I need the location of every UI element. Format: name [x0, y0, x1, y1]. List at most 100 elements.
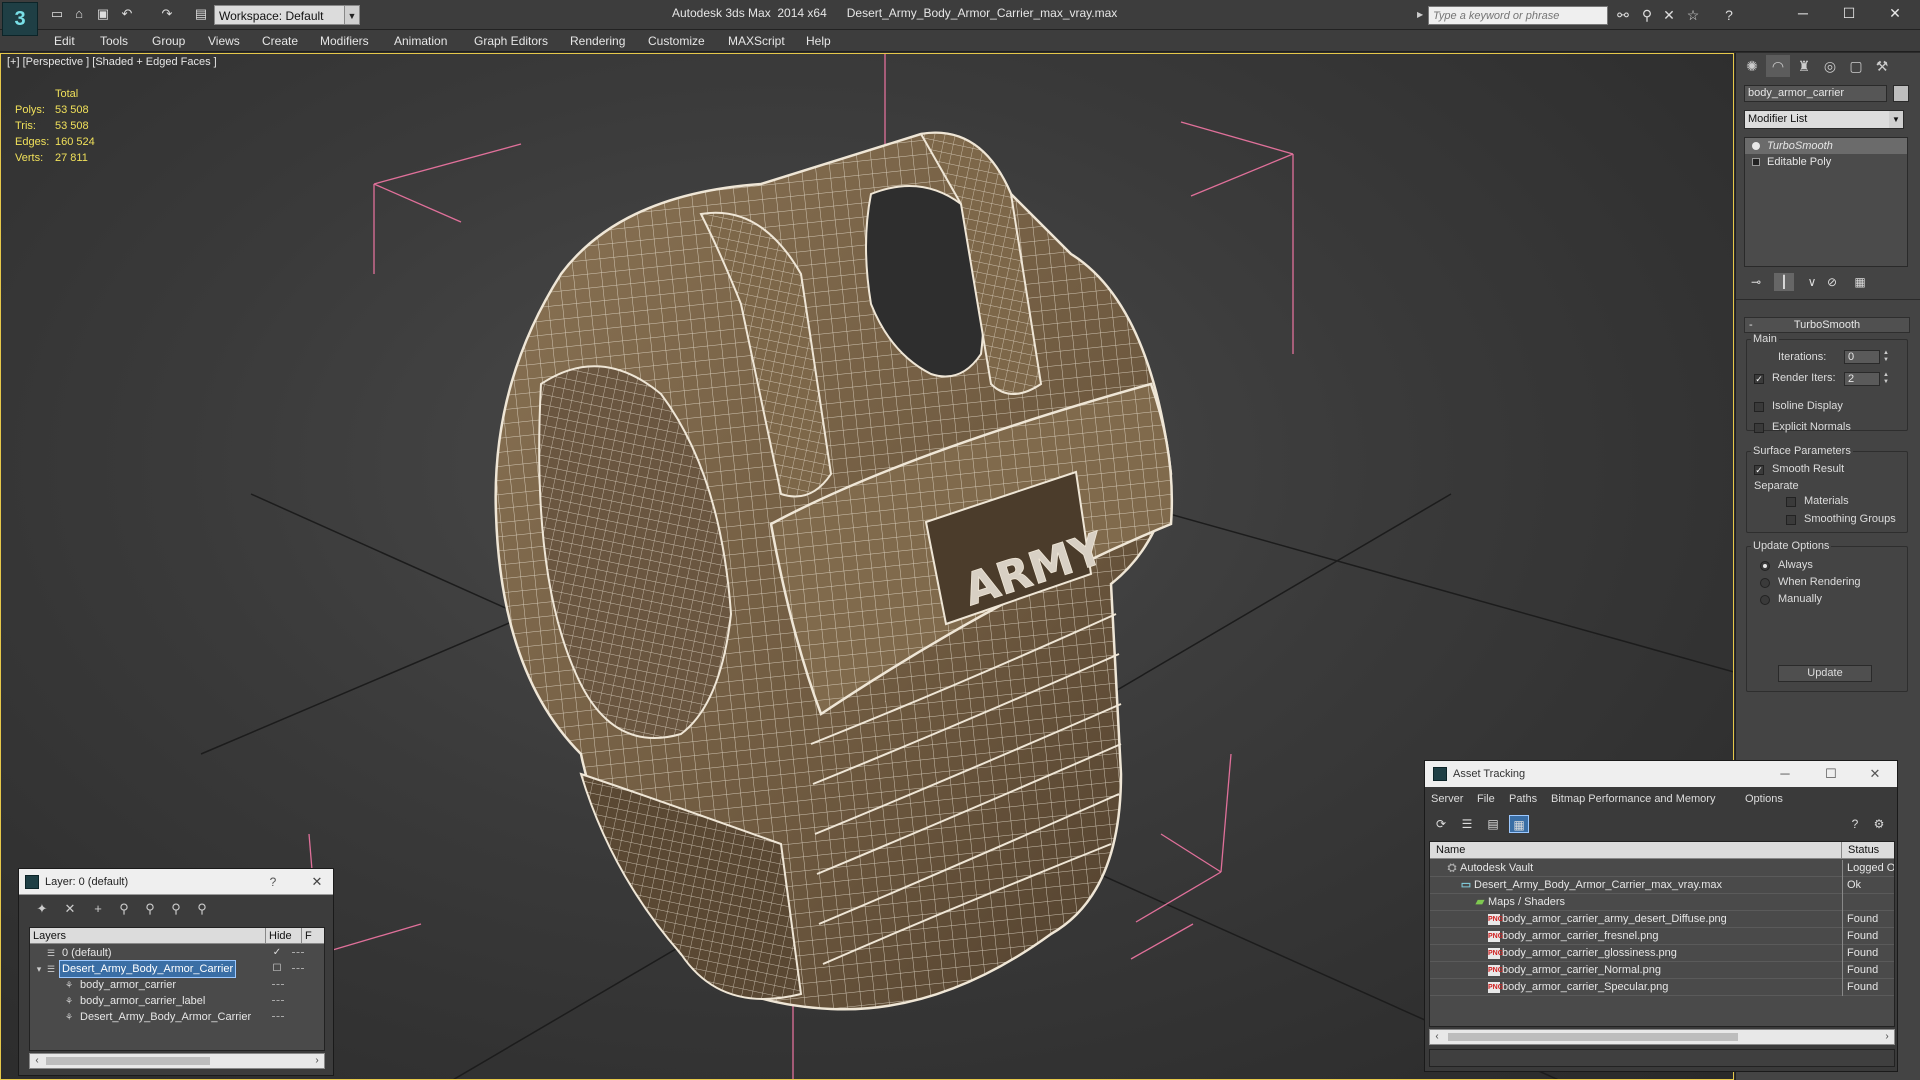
- menu-views[interactable]: Views: [204, 30, 244, 52]
- menu-modifiers[interactable]: Modifiers: [316, 30, 373, 52]
- motion-tab-icon[interactable]: ◎: [1818, 55, 1842, 77]
- menu-tools[interactable]: Tools: [96, 30, 132, 52]
- table-view-icon[interactable]: ▦: [1509, 815, 1529, 833]
- viewport-label[interactable]: [+] [Perspective ] [Shaded + Edged Faces…: [7, 56, 217, 68]
- chevron-right-icon[interactable]: ›: [1880, 1030, 1894, 1044]
- menu-file[interactable]: File: [1477, 788, 1495, 810]
- settings-icon[interactable]: ⚙: [1869, 815, 1889, 833]
- horizontal-scrollbar[interactable]: ‹ ›: [1429, 1029, 1895, 1045]
- menu-help[interactable]: Help: [802, 30, 835, 52]
- asset-row[interactable]: PNG body_armor_carrier_army_desert_Diffu…: [1430, 911, 1894, 928]
- help-icon[interactable]: ?: [1845, 815, 1865, 833]
- add-to-layer-icon[interactable]: +: [89, 900, 107, 918]
- hide-toggle[interactable]: ☐: [270, 961, 284, 977]
- undo-icon[interactable]: ↶: [118, 6, 136, 22]
- hide-toggle[interactable]: ✓: [270, 945, 284, 961]
- search-expand-icon[interactable]: ▶: [1417, 6, 1427, 24]
- chevron-left-icon[interactable]: ‹: [1430, 1030, 1444, 1044]
- asset-row[interactable]: ▰ Maps / Shaders: [1430, 894, 1894, 911]
- column-status[interactable]: Status: [1842, 842, 1894, 859]
- show-end-result-icon[interactable]: ┃: [1774, 273, 1794, 291]
- layer-row[interactable]: ⚘ body_armor_carrier: [30, 977, 324, 993]
- pin-stack-icon[interactable]: ⊸: [1746, 273, 1766, 291]
- body-armor-model[interactable]: ARMY: [494, 131, 1174, 1011]
- menu-maxscript[interactable]: MAXScript: [724, 30, 789, 52]
- asset-row[interactable]: ⛭ Autodesk Vault Logged O: [1430, 860, 1894, 877]
- asset-row[interactable]: PNG body_armor_carrier_Normal.png Found: [1430, 962, 1894, 979]
- app-logo-icon[interactable]: 3: [2, 2, 38, 36]
- minimize-button[interactable]: ─: [1780, 0, 1826, 26]
- asset-row[interactable]: PNG body_armor_carrier_Specular.png Foun…: [1430, 979, 1894, 996]
- smoothing-groups-checkbox[interactable]: [1786, 515, 1796, 525]
- highlight-layer-icon[interactable]: ⚲: [141, 900, 159, 918]
- layer-row[interactable]: ▾ ☰ Desert_Army_Body_Armor_Carrier ☐: [30, 960, 324, 978]
- layer-explorer-title[interactable]: Layer: 0 (default) ? ✕: [19, 869, 333, 895]
- modifier-list-dropdown[interactable]: Modifier List: [1744, 110, 1904, 129]
- hierarchy-tab-icon[interactable]: ♜: [1792, 55, 1816, 77]
- menu-animation[interactable]: Animation: [390, 30, 451, 52]
- modify-tab-icon[interactable]: ◠: [1766, 55, 1790, 77]
- asset-row[interactable]: PNG body_armor_carrier_fresnel.png Found: [1430, 928, 1894, 945]
- update-manually-radio[interactable]: [1760, 595, 1770, 605]
- help-icon[interactable]: ?: [1720, 6, 1738, 24]
- column-freeze[interactable]: F: [302, 928, 324, 944]
- asset-row[interactable]: PNG body_armor_carrier_glossiness.png Fo…: [1430, 945, 1894, 962]
- chevron-down-icon[interactable]: ▼: [344, 5, 360, 25]
- maximize-button[interactable]: ☐: [1826, 0, 1872, 26]
- redo-icon[interactable]: ↷: [158, 6, 176, 22]
- smooth-result-checkbox[interactable]: ✓: [1754, 465, 1764, 475]
- remove-modifier-icon[interactable]: ⊘: [1822, 273, 1842, 291]
- column-layers[interactable]: Layers: [30, 928, 266, 944]
- subscription-icon[interactable]: ⚲: [1638, 6, 1656, 24]
- column-name[interactable]: Name: [1430, 842, 1842, 859]
- expand-box-icon[interactable]: [1752, 158, 1760, 166]
- menu-create[interactable]: Create: [258, 30, 302, 52]
- freeze-layers-icon[interactable]: ⚲: [193, 900, 211, 918]
- make-unique-icon[interactable]: ∨: [1802, 273, 1822, 291]
- asset-row[interactable]: ▭ Desert_Army_Body_Armor_Carrier_max_vra…: [1430, 877, 1894, 894]
- menu-rendering[interactable]: Rendering: [566, 30, 629, 52]
- freeze-toggle[interactable]: [292, 968, 304, 969]
- select-objects-icon[interactable]: ⚲: [115, 900, 133, 918]
- render-iters-spinner[interactable]: 2: [1844, 372, 1880, 386]
- column-hide[interactable]: Hide: [266, 928, 302, 944]
- layer-row[interactable]: ⚘ body_armor_carrier_label: [30, 993, 324, 1009]
- explicit-normals-checkbox[interactable]: [1754, 423, 1764, 433]
- menu-group[interactable]: Group: [148, 30, 189, 52]
- details-view-icon[interactable]: ▤: [1483, 815, 1503, 833]
- close-button[interactable]: ✕: [305, 869, 329, 895]
- list-view-icon[interactable]: ☰: [1457, 815, 1477, 833]
- close-button[interactable]: ✕: [1872, 0, 1918, 26]
- asset-tracking-title[interactable]: Asset Tracking ─ ☐ ✕: [1425, 761, 1897, 787]
- project-folder-icon[interactable]: ▤: [192, 6, 210, 22]
- object-color-swatch[interactable]: [1893, 85, 1909, 102]
- close-button[interactable]: ✕: [1855, 761, 1895, 787]
- binoculars-icon[interactable]: ⚯: [1614, 6, 1632, 24]
- layer-row[interactable]: ☰ 0 (default) ✓: [30, 945, 324, 961]
- stack-item-turbosmooth[interactable]: TurboSmooth: [1745, 138, 1907, 154]
- save-icon[interactable]: ▣: [94, 6, 112, 22]
- object-name-field[interactable]: body_armor_carrier: [1744, 85, 1887, 102]
- hide-layers-icon[interactable]: ⚲: [167, 900, 185, 918]
- help-button[interactable]: ?: [263, 869, 283, 895]
- isoline-display-checkbox[interactable]: [1754, 402, 1764, 412]
- turbosmooth-rollout-title[interactable]: - TurboSmooth: [1744, 317, 1910, 333]
- update-when-rendering-radio[interactable]: [1760, 578, 1770, 588]
- horizontal-scrollbar[interactable]: ‹ ›: [29, 1053, 325, 1069]
- stack-item-editable-poly[interactable]: Editable Poly: [1745, 154, 1907, 170]
- render-iters-checkbox[interactable]: ✓: [1754, 374, 1764, 384]
- materials-checkbox[interactable]: [1786, 497, 1796, 507]
- hide-toggle[interactable]: [272, 1016, 284, 1017]
- collapse-icon[interactable]: ▾: [34, 964, 44, 974]
- minimize-button[interactable]: ─: [1765, 761, 1805, 787]
- refresh-icon[interactable]: ⟳: [1431, 815, 1451, 833]
- new-layer-icon[interactable]: ✦: [33, 900, 51, 918]
- freeze-toggle[interactable]: [292, 952, 304, 953]
- configure-modifier-sets-icon[interactable]: ▦: [1850, 273, 1870, 291]
- scrollbar-thumb[interactable]: [1448, 1033, 1738, 1041]
- layer-row[interactable]: ⚘ Desert_Army_Body_Armor_Carrier: [30, 1009, 324, 1025]
- hide-toggle[interactable]: [272, 1000, 284, 1001]
- open-file-icon[interactable]: ⌂: [70, 6, 88, 22]
- menu-options[interactable]: Options: [1745, 788, 1783, 810]
- hide-toggle[interactable]: [272, 984, 284, 985]
